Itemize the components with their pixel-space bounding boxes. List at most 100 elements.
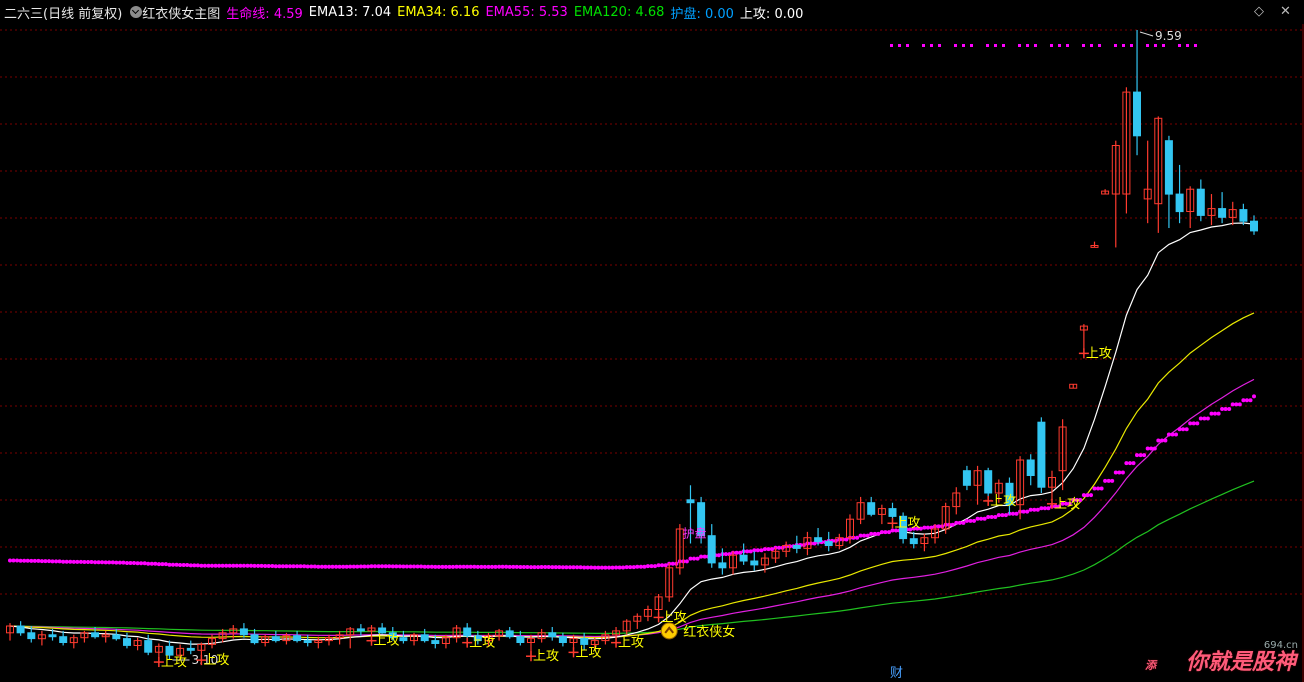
lifeline-dot — [1039, 506, 1044, 511]
finance-marker[interactable]: 财 — [890, 662, 903, 681]
lifeline-dot — [1209, 411, 1214, 416]
lifeline-dot — [224, 563, 229, 568]
lifeline-dot — [1227, 407, 1232, 411]
candle-body — [1037, 421, 1046, 488]
lifeline-dot — [1028, 507, 1033, 512]
lifeline-dot — [1163, 438, 1168, 443]
top-dot — [922, 44, 925, 47]
lifeline-dot — [298, 564, 303, 569]
lifeline-dot — [1117, 470, 1122, 475]
lifeline-dot — [249, 563, 253, 568]
lifeline-dot — [468, 564, 473, 569]
candle-body — [580, 638, 589, 645]
lifeline-dot — [312, 564, 317, 569]
lifeline-dot — [557, 565, 562, 570]
lifeline-dot — [589, 565, 594, 570]
lifeline-dot — [1149, 446, 1154, 451]
lifeline-dot — [451, 564, 455, 569]
lifeline-dot — [443, 564, 448, 569]
top-dot — [1082, 44, 1085, 47]
lifeline-dot — [8, 558, 12, 563]
lifeline-dot — [777, 545, 782, 550]
lifeline-dot — [1188, 421, 1193, 426]
chevron-down-icon[interactable] — [130, 6, 143, 18]
top-dot — [1098, 44, 1101, 47]
high-price-label: 9.59 — [1155, 29, 1182, 43]
stock-title[interactable]: 二六三(日线 前复权) — [0, 3, 122, 22]
lifeline-dot — [337, 564, 342, 569]
lifeline-dot — [645, 564, 650, 569]
lifeline-dot — [181, 563, 186, 567]
lifeline-dot — [596, 565, 601, 570]
formula-name[interactable]: 红衣侠女主图 — [142, 3, 220, 22]
lifeline-dot — [32, 558, 37, 563]
lifeline-dot — [748, 549, 753, 554]
lifeline-dot — [341, 564, 346, 569]
lifeline-dot — [174, 562, 179, 567]
lifeline-dot — [1145, 446, 1150, 451]
lifeline-dot — [564, 565, 569, 570]
candle-body — [718, 562, 727, 569]
lifeline-dot — [266, 564, 271, 568]
lifeline-dot — [1195, 421, 1200, 426]
lifeline-dot — [68, 559, 73, 564]
top-dot — [994, 44, 997, 47]
lifeline-dot — [348, 564, 353, 569]
lifeline-dot — [1032, 507, 1037, 512]
attack-signal-label: 上攻 — [469, 636, 495, 651]
close-icon[interactable]: ✕ — [1280, 4, 1291, 19]
lifeline-dot — [1241, 398, 1246, 403]
candle-body — [505, 630, 514, 638]
lifeline-dot — [1230, 402, 1235, 407]
lifeline-dot — [617, 565, 622, 570]
lifeline-dot — [497, 564, 502, 569]
lifeline-dot — [440, 564, 445, 569]
lifeline-dot — [401, 564, 406, 569]
lifeline-dot — [146, 561, 151, 566]
lifeline-dot — [1120, 470, 1125, 475]
attack-signal-label: 上攻 — [894, 516, 920, 531]
lifeline-dot — [865, 533, 870, 538]
lifeline-dot — [71, 559, 76, 564]
lifeline-dot — [858, 533, 863, 538]
lifeline-dot — [968, 518, 973, 523]
lifeline-dot — [638, 564, 643, 569]
lifeline-dot — [408, 564, 413, 569]
lifeline-dot — [575, 565, 580, 570]
lifeline-dot — [599, 565, 604, 570]
lifeline-dot — [376, 564, 381, 569]
attack-signal-label: 上攻 — [1054, 497, 1080, 512]
lifeline-dot — [139, 561, 144, 566]
lifeline-dot — [280, 564, 285, 569]
lifeline-dot — [582, 565, 587, 570]
candle-body — [27, 632, 36, 640]
lifeline-dot — [412, 564, 416, 569]
candle-body — [814, 537, 823, 543]
lifeline-dot — [61, 559, 66, 564]
top-dot — [962, 44, 965, 47]
lifeline-dot — [390, 564, 395, 569]
lifeline-dot — [369, 564, 374, 569]
lifeline-dot — [1128, 461, 1132, 466]
lifeline-dot — [125, 561, 129, 565]
candle-body — [112, 634, 121, 640]
candle-body — [867, 502, 876, 515]
top-dot — [1002, 44, 1005, 47]
candle-body — [962, 470, 971, 486]
lifeline-dot — [621, 565, 626, 570]
lifeline-dot — [649, 564, 654, 569]
lifeline-dot — [766, 547, 771, 552]
lifeline-dot — [50, 559, 55, 564]
candle-body — [1164, 140, 1173, 195]
lifeline-dot — [355, 564, 360, 569]
lifeline-dot — [135, 561, 140, 566]
lifeline-dot — [103, 560, 108, 565]
lifeline-dot — [954, 520, 959, 525]
top-dot — [1194, 44, 1197, 47]
lifeline-dot — [461, 564, 466, 569]
kline-chart[interactable]: 9.593.10上攻 上攻上攻 上攻上攻 上攻上攻上攻上攻上攻 上攻上攻护盘红衣侠女 — [0, 24, 1304, 682]
lifeline-dot — [195, 563, 200, 568]
diamond-icon[interactable]: ◇ — [1254, 4, 1264, 19]
lifeline-dot — [465, 564, 470, 569]
lifeline-dot — [568, 565, 572, 570]
